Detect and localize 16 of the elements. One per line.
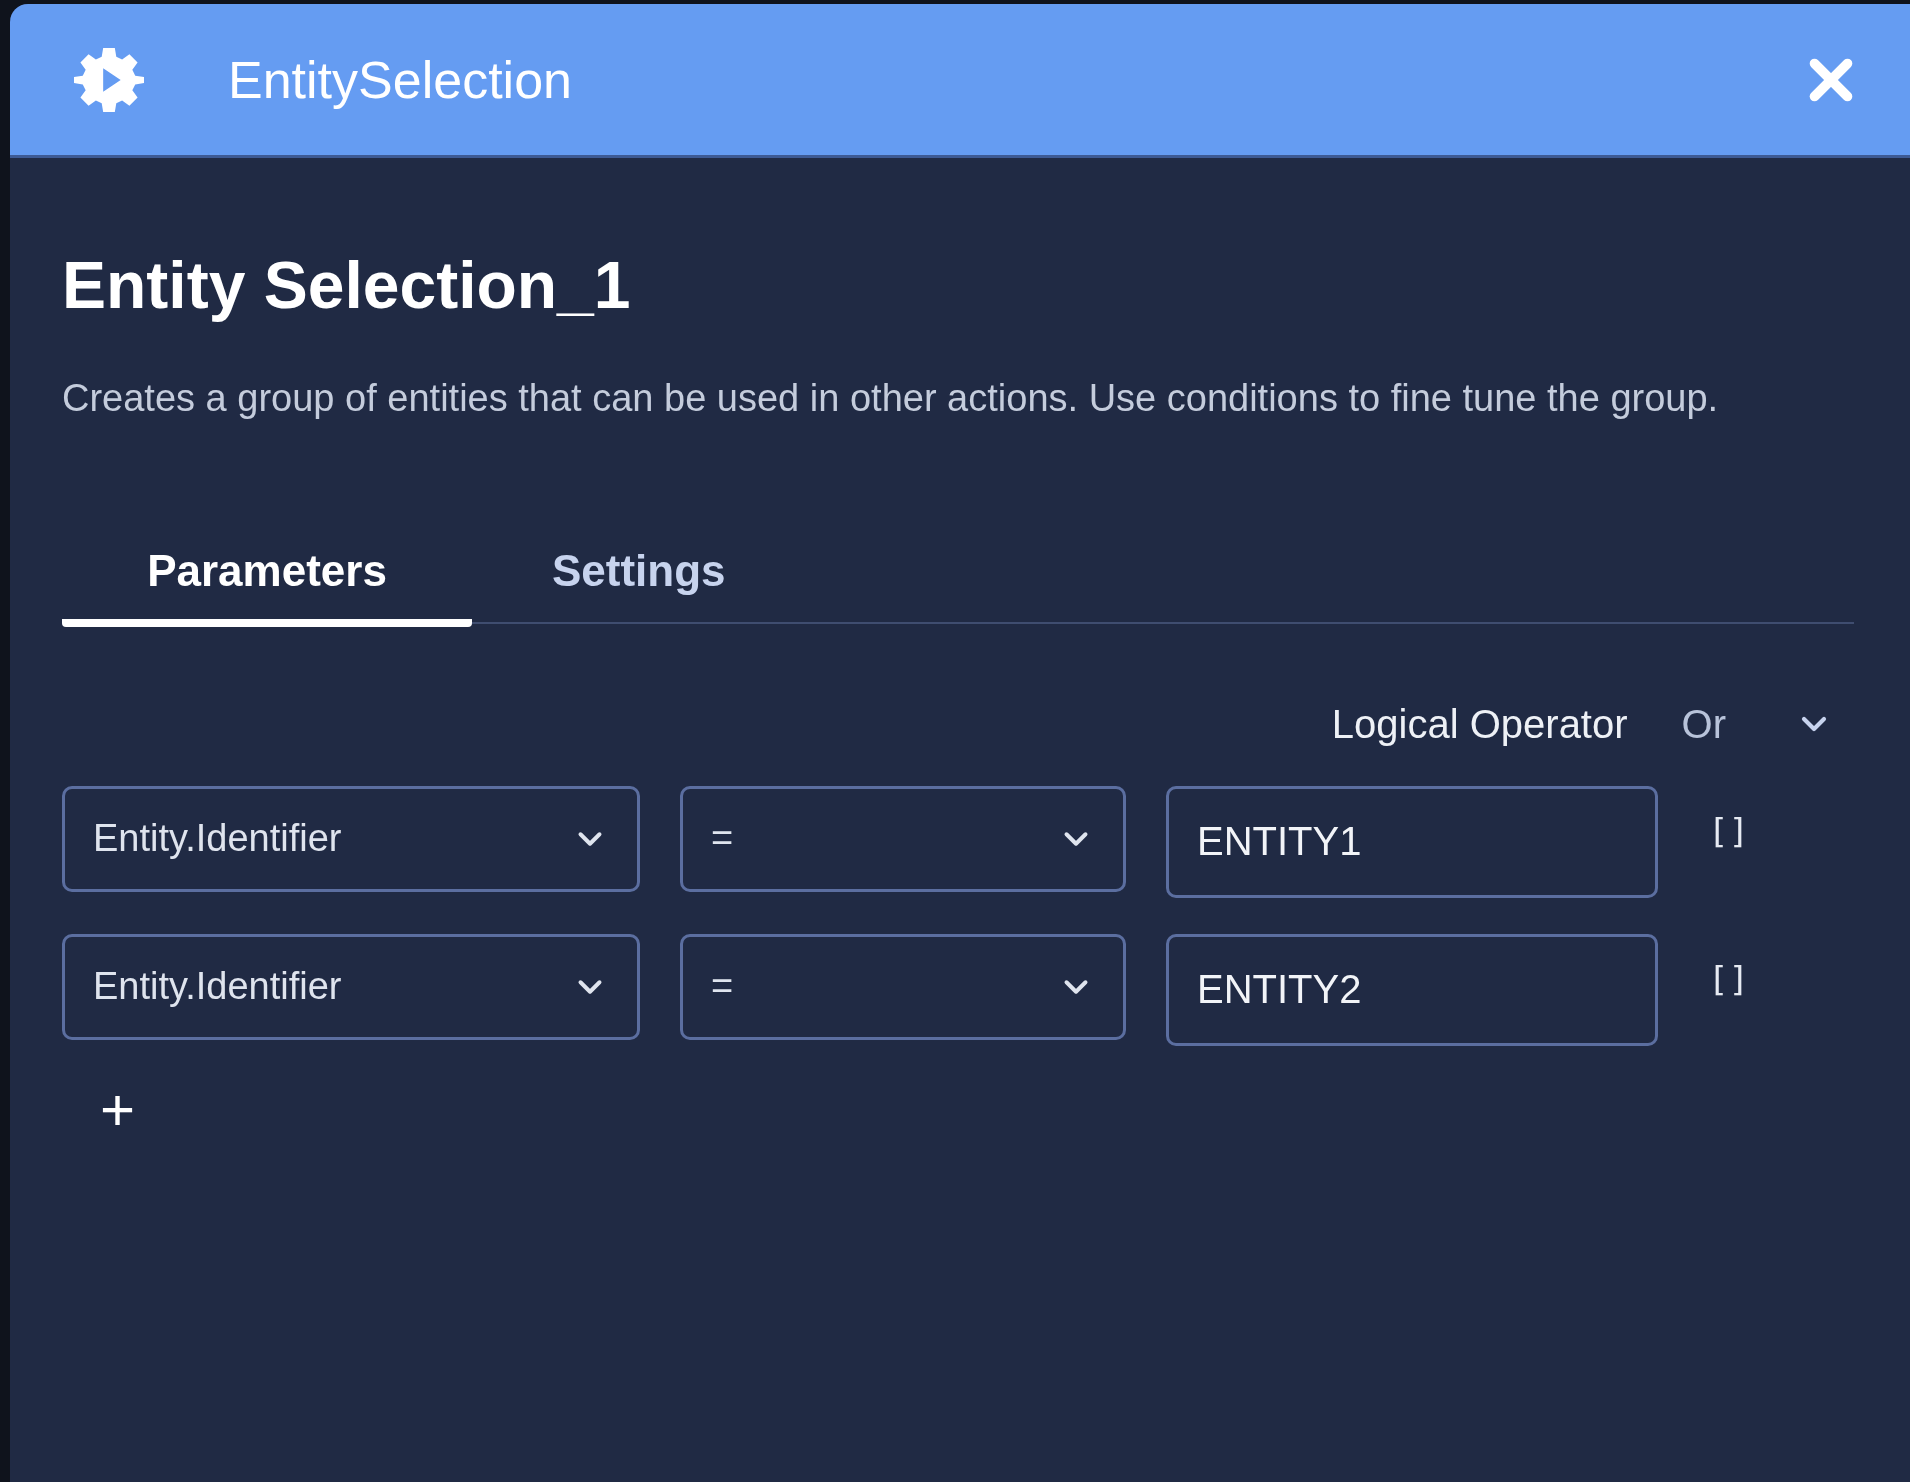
operator-dropdown[interactable]: = bbox=[680, 933, 1126, 1040]
logical-operator-dropdown[interactable]: Or bbox=[1681, 693, 1834, 754]
dialog-heading: Entity Selection_1 bbox=[62, 247, 632, 324]
list-toggle-button[interactable]: [] bbox=[1708, 805, 1749, 857]
add-condition-button[interactable]: + bbox=[100, 1079, 136, 1140]
field-dropdown[interactable]: Entity.Identifier bbox=[62, 933, 640, 1040]
logical-operator-label: Logical Operator bbox=[1331, 700, 1628, 748]
tab[interactable]: Parameters bbox=[62, 522, 472, 627]
value-input[interactable]: ENTITY1 bbox=[1166, 785, 1658, 898]
window-title: EntitySelection bbox=[228, 49, 572, 111]
field-dropdown[interactable]: Entity.Identifier bbox=[62, 785, 640, 892]
value-input[interactable]: ENTITY2 bbox=[1166, 933, 1658, 1046]
description-text: Creates a group of entities that can be used in other actions. Use conditions to fine tune the group. bbox=[62, 375, 1720, 421]
operator-dropdown[interactable]: = bbox=[680, 785, 1126, 892]
list-toggle-button[interactable]: [] bbox=[1708, 953, 1749, 1005]
tab[interactable]: Settings bbox=[472, 522, 806, 627]
